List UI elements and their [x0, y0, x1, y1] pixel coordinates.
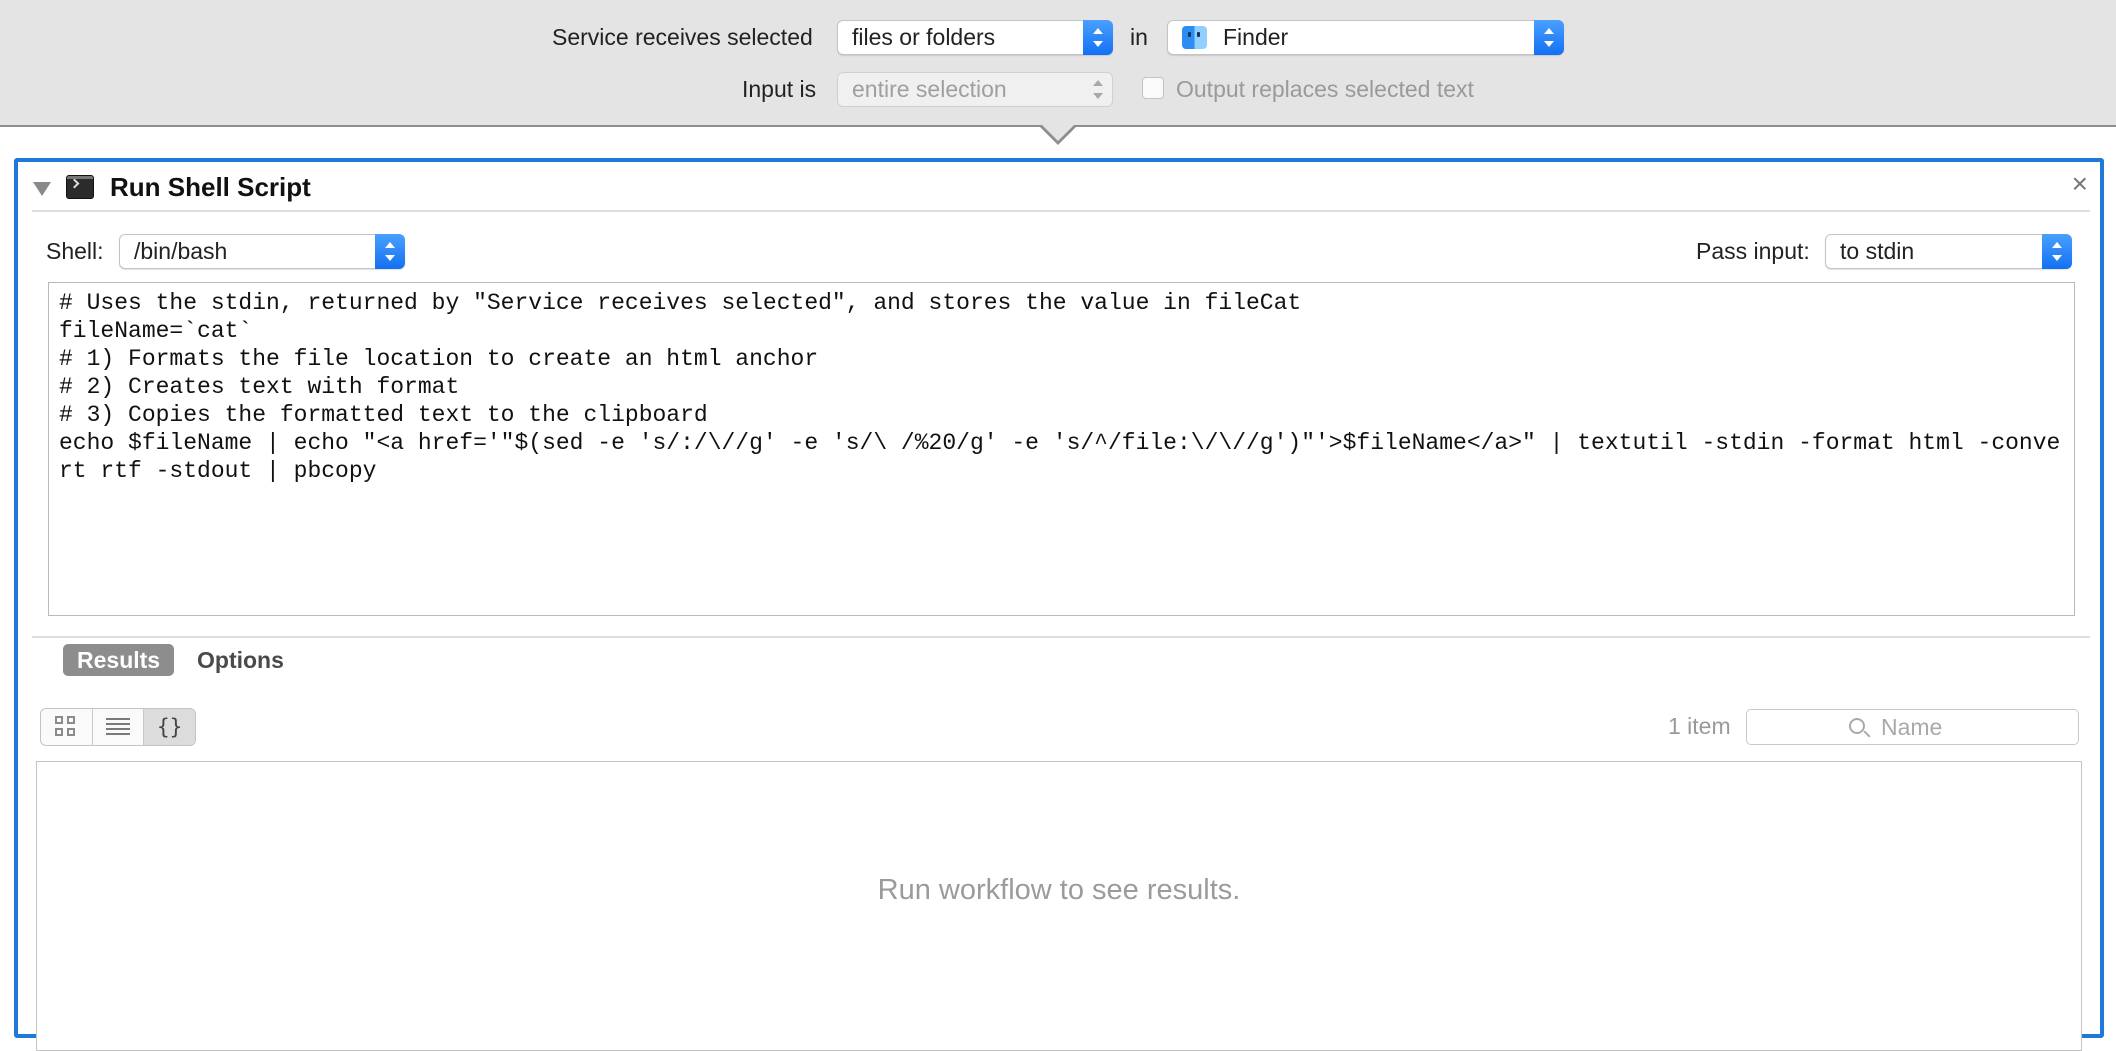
- search-placeholder: Name: [1881, 714, 1943, 740]
- bar-pointer-notch: [1038, 123, 1078, 145]
- results-divider: [32, 636, 2090, 638]
- grid-icon: [55, 716, 77, 738]
- tab-options[interactable]: Options: [183, 644, 298, 676]
- input-is-label: Input is: [742, 76, 817, 102]
- shell-label: Shell:: [46, 238, 104, 264]
- application-value: Finder: [1223, 24, 1289, 50]
- icon-view-button[interactable]: [41, 709, 93, 745]
- item-count: 1 item: [1668, 713, 1731, 739]
- popup-stepper-icon: [2042, 234, 2072, 269]
- code-view-button[interactable]: {}: [144, 709, 195, 745]
- run-shell-script-action: Run Shell Script × Shell: /bin/bash Pass…: [14, 158, 2104, 1051]
- close-icon[interactable]: ×: [2072, 170, 2088, 198]
- shell-value: /bin/bash: [134, 238, 228, 264]
- popup-stepper-icon: [1083, 72, 1113, 107]
- list-view-button[interactable]: [93, 709, 145, 745]
- service-settings-bar: Service receives selected files or folde…: [0, 0, 2116, 127]
- receives-type-value: files or folders: [852, 24, 996, 50]
- view-mode-segmented-control: {}: [40, 708, 196, 746]
- search-icon: [1849, 718, 1865, 734]
- pass-input-popup[interactable]: to stdin: [1825, 234, 2072, 269]
- output-replaces-label: Output replaces selected text: [1176, 76, 1474, 102]
- output-replaces-checkbox[interactable]: [1142, 77, 1164, 99]
- pass-input-label: Pass input:: [1696, 238, 1810, 264]
- input-is-popup[interactable]: entire selection: [837, 72, 1113, 107]
- list-icon: [106, 717, 130, 737]
- terminal-icon: [66, 175, 94, 199]
- receives-type-popup[interactable]: files or folders: [837, 20, 1113, 55]
- popup-stepper-icon: [1083, 20, 1113, 55]
- tab-results[interactable]: Results: [63, 644, 175, 676]
- search-input[interactable]: Name: [1746, 709, 2079, 745]
- empty-results-message: Run workflow to see results.: [877, 874, 1241, 906]
- popup-stepper-icon: [375, 234, 405, 269]
- results-area: Run workflow to see results.: [36, 761, 2082, 1051]
- script-editor[interactable]: # Uses the stdin, returned by "Service r…: [48, 282, 2075, 616]
- action-title: Run Shell Script: [110, 172, 311, 202]
- application-popup[interactable]: Finder: [1167, 20, 1564, 55]
- braces-icon: {}: [157, 715, 183, 739]
- finder-icon: [1182, 26, 1207, 49]
- disclosure-triangle-icon[interactable]: [33, 182, 51, 196]
- shell-popup[interactable]: /bin/bash: [119, 234, 405, 269]
- service-receives-label: Service receives selected: [552, 24, 813, 50]
- in-label: in: [1130, 24, 1148, 50]
- input-is-value: entire selection: [852, 76, 1007, 102]
- header-divider: [32, 210, 2090, 212]
- popup-stepper-icon: [1534, 20, 1564, 55]
- pass-input-value: to stdin: [1840, 238, 1915, 264]
